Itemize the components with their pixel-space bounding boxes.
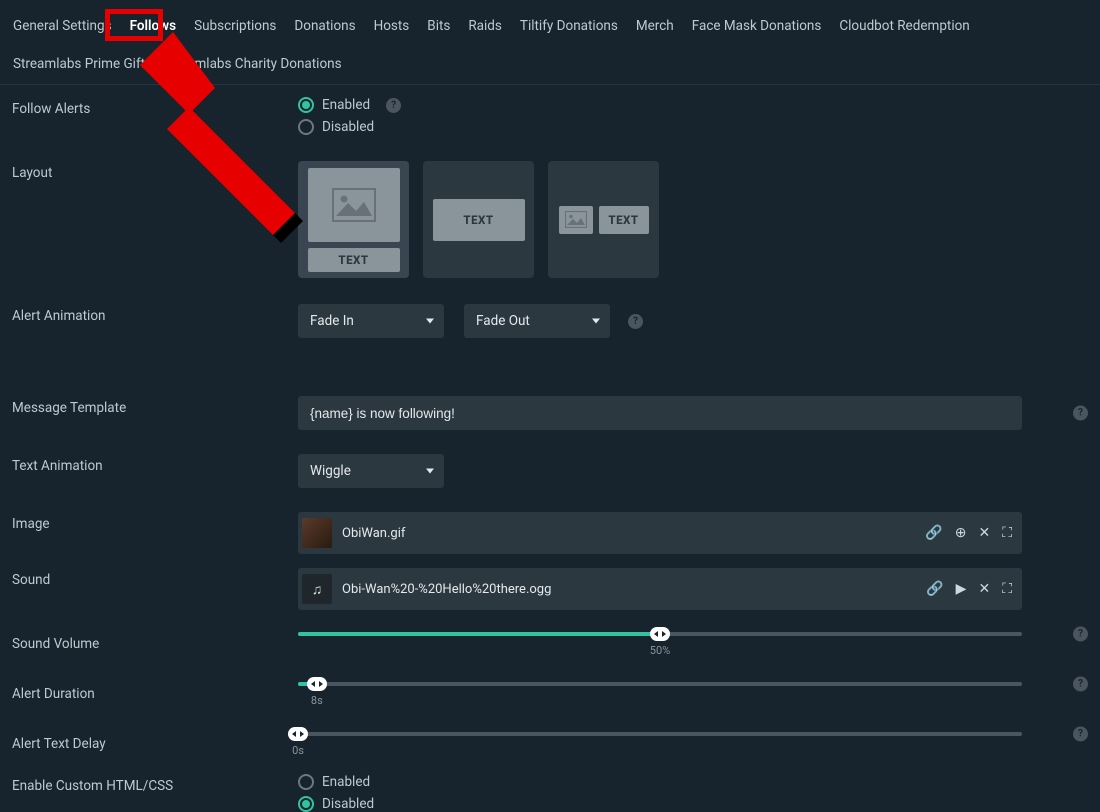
content-area: Follow Alerts Enabled ? Disabled Layout bbox=[0, 85, 1100, 812]
label-alert-text-delay: Alert Text Delay bbox=[12, 732, 298, 752]
chevron-down-icon bbox=[426, 469, 434, 474]
alert-duration-value: 8s bbox=[311, 694, 323, 707]
message-template-input[interactable] bbox=[298, 396, 1022, 430]
layout-text-label: TEXT bbox=[308, 248, 400, 272]
layout-option-side[interactable]: TEXT bbox=[548, 161, 659, 278]
image-placeholder-icon bbox=[559, 206, 593, 234]
label-text-animation: Text Animation bbox=[12, 454, 298, 474]
play-icon[interactable]: ▶ bbox=[956, 581, 967, 597]
image-file-row: ObiWan.gif 🔗 ⊕ ✕ ⛶ bbox=[298, 512, 1022, 554]
tabs-bar: General Settings Follows Subscriptions D… bbox=[0, 0, 1100, 85]
radio-enabled-label: Enabled bbox=[322, 97, 370, 113]
label-layout: Layout bbox=[12, 161, 298, 181]
tab-general-settings[interactable]: General Settings bbox=[4, 8, 121, 46]
anim-in-dropdown[interactable]: Fade In bbox=[298, 304, 444, 338]
anim-out-dropdown[interactable]: Fade Out bbox=[464, 304, 610, 338]
image-placeholder-icon: TEXT bbox=[433, 199, 525, 241]
radio-custom-disabled[interactable]: Disabled bbox=[298, 796, 374, 812]
chevron-down-icon bbox=[426, 319, 434, 324]
help-icon[interactable]: ? bbox=[386, 98, 401, 113]
sound-file-name: Obi-Wan%20-%20Hello%20there.ogg bbox=[342, 582, 916, 597]
radio-custom-enabled[interactable]: Enabled bbox=[298, 774, 374, 790]
slider-thumb-icon[interactable] bbox=[307, 677, 327, 691]
sound-file-row: ♫ Obi-Wan%20-%20Hello%20there.ogg 🔗 ▶ ✕ … bbox=[298, 568, 1022, 610]
tab-bits[interactable]: Bits bbox=[418, 8, 459, 46]
tab-raids[interactable]: Raids bbox=[459, 8, 511, 46]
tab-donations[interactable]: Donations bbox=[285, 8, 364, 46]
radio-custom-enabled-label: Enabled bbox=[322, 774, 370, 790]
help-icon[interactable]: ? bbox=[1073, 677, 1088, 692]
label-follow-alerts: Follow Alerts bbox=[12, 97, 298, 117]
radio-circle-icon bbox=[298, 97, 314, 113]
radio-disabled-label: Disabled bbox=[322, 119, 374, 135]
label-message-template: Message Template bbox=[12, 396, 298, 416]
zoom-icon[interactable]: ⊕ bbox=[955, 525, 967, 541]
tab-merch[interactable]: Merch bbox=[627, 8, 683, 46]
alert-duration-slider[interactable]: 8s bbox=[298, 682, 1022, 686]
help-icon[interactable]: ? bbox=[1073, 406, 1088, 421]
radio-disabled[interactable]: Disabled bbox=[298, 119, 401, 135]
layout-text-label: TEXT bbox=[599, 206, 649, 234]
link-icon[interactable]: 🔗 bbox=[926, 581, 943, 597]
tab-streamlabs-charity-donations[interactable]: Streamlabs Charity Donations bbox=[154, 46, 351, 84]
image-file-name: ObiWan.gif bbox=[342, 526, 915, 541]
music-note-icon: ♫ bbox=[302, 574, 332, 604]
tab-streamlabs-prime-gift[interactable]: Streamlabs Prime Gift bbox=[4, 46, 154, 84]
radio-custom-disabled-label: Disabled bbox=[322, 796, 374, 812]
label-alert-duration: Alert Duration bbox=[12, 682, 298, 702]
slider-thumb-icon[interactable] bbox=[288, 727, 308, 741]
layout-options: TEXT TEXT TEXT bbox=[298, 161, 659, 278]
grid-icon[interactable]: ⛶ bbox=[1002, 581, 1012, 597]
tab-cloudbot-redemption[interactable]: Cloudbot Redemption bbox=[830, 8, 978, 46]
close-icon[interactable]: ✕ bbox=[978, 581, 990, 597]
follow-alerts-radio-group: Enabled ? Disabled bbox=[298, 97, 401, 135]
layout-text-label: TEXT bbox=[454, 209, 504, 231]
image-thumbnail bbox=[302, 518, 332, 548]
tab-tiltify-donations[interactable]: Tiltify Donations bbox=[511, 8, 627, 46]
label-enable-custom: Enable Custom HTML/CSS bbox=[12, 774, 298, 794]
anim-in-value: Fade In bbox=[310, 313, 354, 329]
help-icon[interactable]: ? bbox=[1073, 727, 1088, 742]
text-animation-dropdown[interactable]: Wiggle bbox=[298, 454, 444, 488]
label-alert-animation: Alert Animation bbox=[12, 304, 298, 324]
radio-circle-icon bbox=[298, 796, 314, 812]
tab-face-mask-donations[interactable]: Face Mask Donations bbox=[683, 8, 831, 46]
sound-volume-value: 50% bbox=[650, 644, 670, 657]
label-sound: Sound bbox=[12, 568, 298, 588]
help-icon[interactable]: ? bbox=[1073, 627, 1088, 642]
layout-option-stacked[interactable]: TEXT bbox=[298, 161, 409, 278]
alert-text-delay-slider[interactable]: 0s bbox=[298, 732, 1022, 736]
link-icon[interactable]: 🔗 bbox=[925, 525, 942, 541]
chevron-down-icon bbox=[592, 319, 600, 324]
label-sound-volume: Sound Volume bbox=[12, 632, 298, 652]
tab-follows[interactable]: Follows bbox=[121, 8, 186, 46]
radio-enabled[interactable]: Enabled ? bbox=[298, 97, 401, 113]
sound-volume-slider[interactable]: 50% bbox=[298, 632, 1022, 636]
custom-html-radio-group: Enabled Disabled bbox=[298, 774, 374, 812]
label-image: Image bbox=[12, 512, 298, 532]
image-placeholder-icon bbox=[308, 168, 400, 242]
help-icon[interactable]: ? bbox=[628, 314, 643, 329]
anim-out-value: Fade Out bbox=[476, 313, 530, 329]
close-icon[interactable]: ✕ bbox=[978, 525, 990, 541]
grid-icon[interactable]: ⛶ bbox=[1002, 525, 1012, 541]
text-animation-value: Wiggle bbox=[310, 463, 351, 479]
radio-circle-icon bbox=[298, 774, 314, 790]
alert-text-delay-value: 0s bbox=[292, 744, 304, 757]
tab-subscriptions[interactable]: Subscriptions bbox=[185, 8, 285, 46]
tab-hosts[interactable]: Hosts bbox=[365, 8, 419, 46]
radio-circle-icon bbox=[298, 119, 314, 135]
slider-thumb-icon[interactable] bbox=[650, 627, 670, 641]
layout-option-overlay[interactable]: TEXT bbox=[423, 161, 534, 278]
